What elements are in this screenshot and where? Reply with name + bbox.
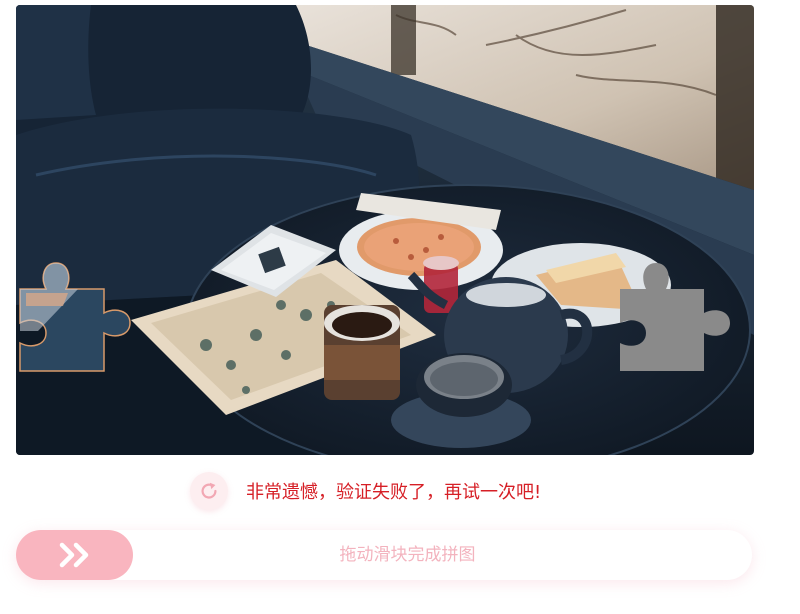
slider-track[interactable]: 拖动滑块完成拼图 (16, 530, 752, 580)
slider-handle[interactable] (16, 530, 133, 580)
slider-hint: 拖动滑块完成拼图 (339, 545, 476, 565)
puzzle-target-hole (618, 261, 730, 373)
verification-status-row: 非常遗憾，验证失败了，再试一次吧! (0, 470, 800, 510)
refresh-button[interactable] (190, 472, 228, 510)
double-chevron-right-icon (59, 542, 88, 568)
status-message: 非常遗憾，验证失败了，再试一次吧! (246, 482, 542, 503)
puzzle-piece[interactable] (18, 261, 131, 373)
captcha-background-image (16, 5, 754, 455)
refresh-icon (201, 482, 217, 499)
